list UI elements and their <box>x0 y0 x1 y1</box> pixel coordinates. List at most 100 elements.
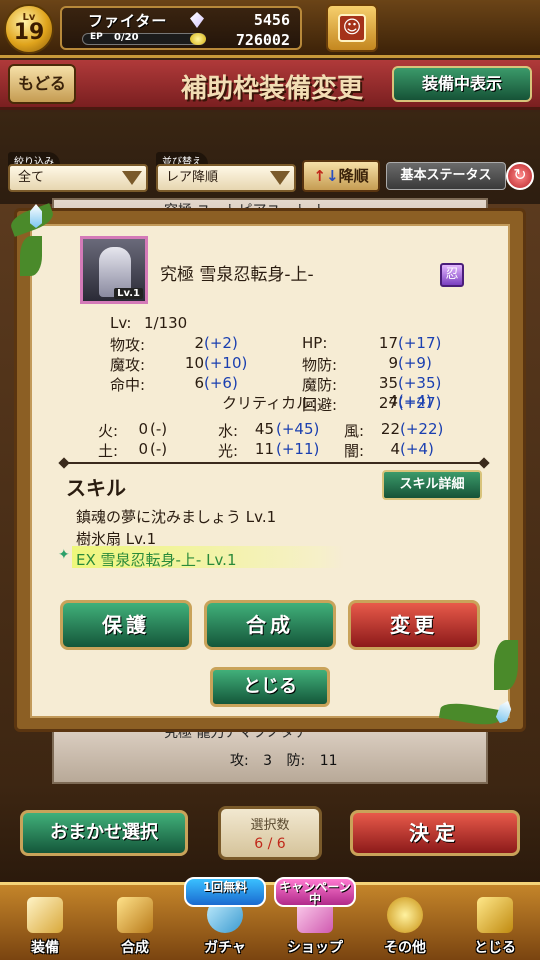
player-info-box: ファイター EP 0/20 5456 726002 <box>60 6 302 50</box>
page-title: 補助枠装備変更 <box>180 74 363 104</box>
element-bonus: (-) <box>150 420 168 438</box>
stat-bonus: (+10) <box>204 354 248 372</box>
element-value: 11 <box>254 440 274 458</box>
show-equipped-button[interactable]: 装備中表示 <box>392 66 532 102</box>
stat-bonus: (+6) <box>204 374 238 392</box>
campaign-badge: キャンペーン中 <box>274 877 356 907</box>
skill-title: スキル <box>66 476 126 500</box>
filter-value: 全て <box>18 170 45 185</box>
stat-label: HP: <box>302 334 328 352</box>
atk-label: 攻: <box>230 753 249 769</box>
level-badge: Lv 19 <box>4 4 54 54</box>
stat-label: 命中: <box>110 376 146 394</box>
stat-bonus: (+35) <box>398 374 442 392</box>
stat-value: 35 <box>378 374 398 392</box>
element-bonus: (+22) <box>400 420 444 438</box>
nav-label: ショップ <box>287 940 343 956</box>
status-bar: Lv 19 ファイター EP 0/20 5456 726002 ☺ <box>0 0 540 58</box>
nav-equip[interactable]: 装備 <box>0 887 90 960</box>
thumbnail-level: Lv.1 <box>114 288 143 299</box>
stat-value: 9 <box>388 354 398 372</box>
nav-label: その他 <box>384 940 426 956</box>
sparkle-icon: ✦ <box>58 547 70 563</box>
element-label: 水: <box>218 422 239 440</box>
back-button[interactable]: もどる <box>8 64 76 104</box>
stat-label: 物攻: <box>110 336 146 354</box>
def-label: 防: <box>286 753 306 769</box>
coin-icon <box>190 33 206 45</box>
gear-icon <box>387 897 423 933</box>
level-value: 19 <box>13 20 45 45</box>
vine-decoration <box>20 236 42 276</box>
close-modal-button[interactable]: とじる <box>210 667 330 707</box>
filter-select[interactable]: 全て <box>8 164 148 192</box>
nav-other[interactable]: その他 <box>360 887 450 960</box>
arrow-down-icon: ↓ <box>325 167 339 185</box>
sort-select[interactable]: レア降順 <box>156 164 296 192</box>
friends-button[interactable]: ☺ <box>326 4 378 52</box>
level-label: Lv: <box>110 314 132 332</box>
atk-value: 3 <box>263 753 273 769</box>
element-bonus: (+11) <box>276 440 320 458</box>
element-bonus: (-) <box>150 440 168 458</box>
coin-count: 726002 <box>235 31 290 49</box>
critical-value: 4 <box>388 392 398 410</box>
filter-area: 絞り込み 全て 並び替え レア降順 ↑↓降順 基本ステータス ↻ <box>0 112 540 204</box>
element-label: 光: <box>218 442 239 460</box>
nav-shop[interactable]: キャンペーン中 ショップ <box>270 877 360 960</box>
nav-synthesis[interactable]: 合成 <box>90 887 180 960</box>
stat-value: 10 <box>184 354 204 372</box>
nav-label: 合成 <box>121 940 149 956</box>
change-button[interactable]: 変更 <box>348 600 480 650</box>
stat-value: 17 <box>378 334 398 352</box>
selection-count-value: 6 / 6 <box>254 836 286 852</box>
ex-skill-item: EX 雪泉忍転身-上- Lv.1 <box>76 551 237 569</box>
nav-gacha[interactable]: 1回無料 ガチャ <box>180 877 270 960</box>
element-label: 風: <box>344 422 365 440</box>
skill-item: 鎮魂の夢に沈みましょう Lv.1 <box>76 508 277 526</box>
sort-value: レア降順 <box>166 170 219 185</box>
element-label: 火: <box>98 422 119 440</box>
sort-order-button[interactable]: ↑↓降順 <box>302 160 380 192</box>
selection-count-label: 選択数 <box>250 818 290 833</box>
stat-value: 2 <box>194 334 204 352</box>
gem-icon <box>190 12 204 28</box>
element-value: 0 <box>138 440 148 458</box>
confirm-button[interactable]: 決定 <box>350 810 520 856</box>
nav-close[interactable]: とじる <box>450 887 540 960</box>
ep-value: 0/20 <box>114 32 139 43</box>
auto-select-button[interactable]: おまかせ選択 <box>20 810 188 856</box>
sort-order-label: 降順 <box>338 167 369 185</box>
item-name: 究極 雪泉忍転身-上- <box>160 265 314 285</box>
stat-label: 魔攻: <box>110 356 146 374</box>
protect-button[interactable]: 保護 <box>60 600 192 650</box>
arrow-up-icon: ↑ <box>313 167 326 185</box>
element-value: 4 <box>390 440 400 458</box>
class-icon: 忍 <box>440 263 464 287</box>
nav-label: ガチャ <box>204 940 246 956</box>
list-item-stats: 攻: 3 防: 11 <box>230 750 348 770</box>
synthesize-button[interactable]: 合成 <box>204 600 336 650</box>
bottom-action-area: おまかせ選択 選択数 6 / 6 決定 <box>0 784 540 882</box>
skill-detail-button[interactable]: スキル詳細 <box>382 470 482 500</box>
section-divider <box>64 462 484 464</box>
item-thumbnail: Lv.1 <box>80 236 148 304</box>
element-value: 45 <box>254 420 274 438</box>
close-icon <box>477 897 513 933</box>
status-mode-button[interactable]: 基本ステータス <box>386 162 506 190</box>
friends-icon: ☺ <box>338 14 366 42</box>
ep-label: EP <box>90 32 103 42</box>
nav-label: 装備 <box>31 940 59 956</box>
title-row: もどる 補助枠装備変更 装備中表示 <box>0 60 540 110</box>
chevron-down-icon <box>122 171 142 185</box>
hammer-icon <box>117 897 153 933</box>
chevron-down-icon <box>270 171 290 185</box>
nav-label: とじる <box>474 940 516 956</box>
refresh-icon[interactable]: ↻ <box>506 162 534 190</box>
stat-value: 6 <box>194 374 204 392</box>
element-value: 0 <box>138 420 148 438</box>
level-value: 1/130 <box>144 314 188 332</box>
element-label: 土: <box>98 442 119 460</box>
stat-bonus: (+2) <box>204 334 238 352</box>
selection-count: 選択数 6 / 6 <box>218 806 322 860</box>
